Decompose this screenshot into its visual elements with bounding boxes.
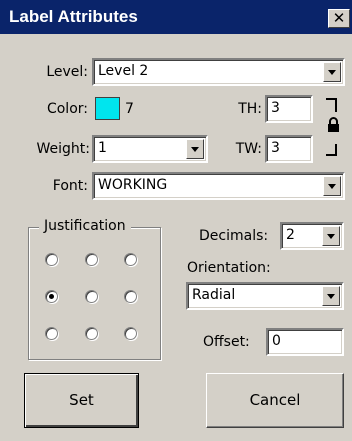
color-swatch[interactable] xyxy=(95,97,120,120)
orientation-dropdown[interactable]: Radial xyxy=(186,282,344,310)
close-button[interactable]: ✕ xyxy=(328,9,350,28)
lock-link[interactable] xyxy=(326,98,340,156)
level-label: Level: xyxy=(46,64,88,80)
tw-input[interactable]: 3 xyxy=(265,135,313,163)
lock-bracket-bottom xyxy=(326,144,337,156)
chevron-down-icon[interactable] xyxy=(322,286,340,306)
justify-bottom-left-radio[interactable] xyxy=(45,327,58,340)
font-value: WORKING xyxy=(98,177,168,193)
justify-bottom-right-radio[interactable] xyxy=(124,327,137,340)
weight-dropdown[interactable]: 1 xyxy=(92,135,208,163)
set-button[interactable]: Set xyxy=(24,373,139,428)
justify-middle-left-radio[interactable] xyxy=(45,290,58,303)
weight-value: 1 xyxy=(98,140,107,156)
weight-label: Weight: xyxy=(36,141,91,157)
chevron-down-icon[interactable] xyxy=(186,139,204,159)
decimals-value: 2 xyxy=(286,227,295,243)
justify-top-left-radio[interactable] xyxy=(45,253,58,266)
justify-top-right-radio[interactable] xyxy=(124,253,137,266)
tw-value: 3 xyxy=(271,140,280,156)
close-icon: ✕ xyxy=(332,9,346,27)
font-dropdown[interactable]: WORKING xyxy=(92,172,345,200)
justify-middle-center-radio[interactable] xyxy=(85,290,98,303)
th-input[interactable]: 3 xyxy=(265,95,313,123)
tw-label: TW: xyxy=(235,141,262,157)
decimals-dropdown[interactable]: 2 xyxy=(280,222,344,250)
justify-middle-right-radio[interactable] xyxy=(124,290,137,303)
justify-bottom-center-radio[interactable] xyxy=(85,327,98,340)
offset-value: 0 xyxy=(272,333,281,349)
lock-bracket-top xyxy=(326,98,337,112)
orientation-label: Orientation: xyxy=(187,260,271,276)
lock-icon xyxy=(328,117,339,132)
chevron-down-icon[interactable] xyxy=(322,226,340,246)
window-title: Label Attributes xyxy=(9,7,138,26)
level-value: Level 2 xyxy=(98,63,149,79)
justification-label: Justification xyxy=(39,218,131,234)
font-label: Font: xyxy=(52,178,88,194)
orientation-value: Radial xyxy=(192,287,236,303)
color-label: Color: xyxy=(46,101,88,117)
color-index: 7 xyxy=(125,101,134,117)
level-dropdown[interactable]: Level 2 xyxy=(92,58,345,86)
chevron-down-icon[interactable] xyxy=(323,176,341,196)
cancel-button[interactable]: Cancel xyxy=(206,373,344,428)
offset-input[interactable]: 0 xyxy=(266,328,344,356)
justify-top-center-radio[interactable] xyxy=(85,253,98,266)
th-label: TH: xyxy=(238,101,262,117)
decimals-label: Decimals: xyxy=(199,228,269,244)
chevron-down-icon[interactable] xyxy=(323,62,341,82)
th-value: 3 xyxy=(271,100,280,116)
offset-label: Offset: xyxy=(203,334,250,350)
